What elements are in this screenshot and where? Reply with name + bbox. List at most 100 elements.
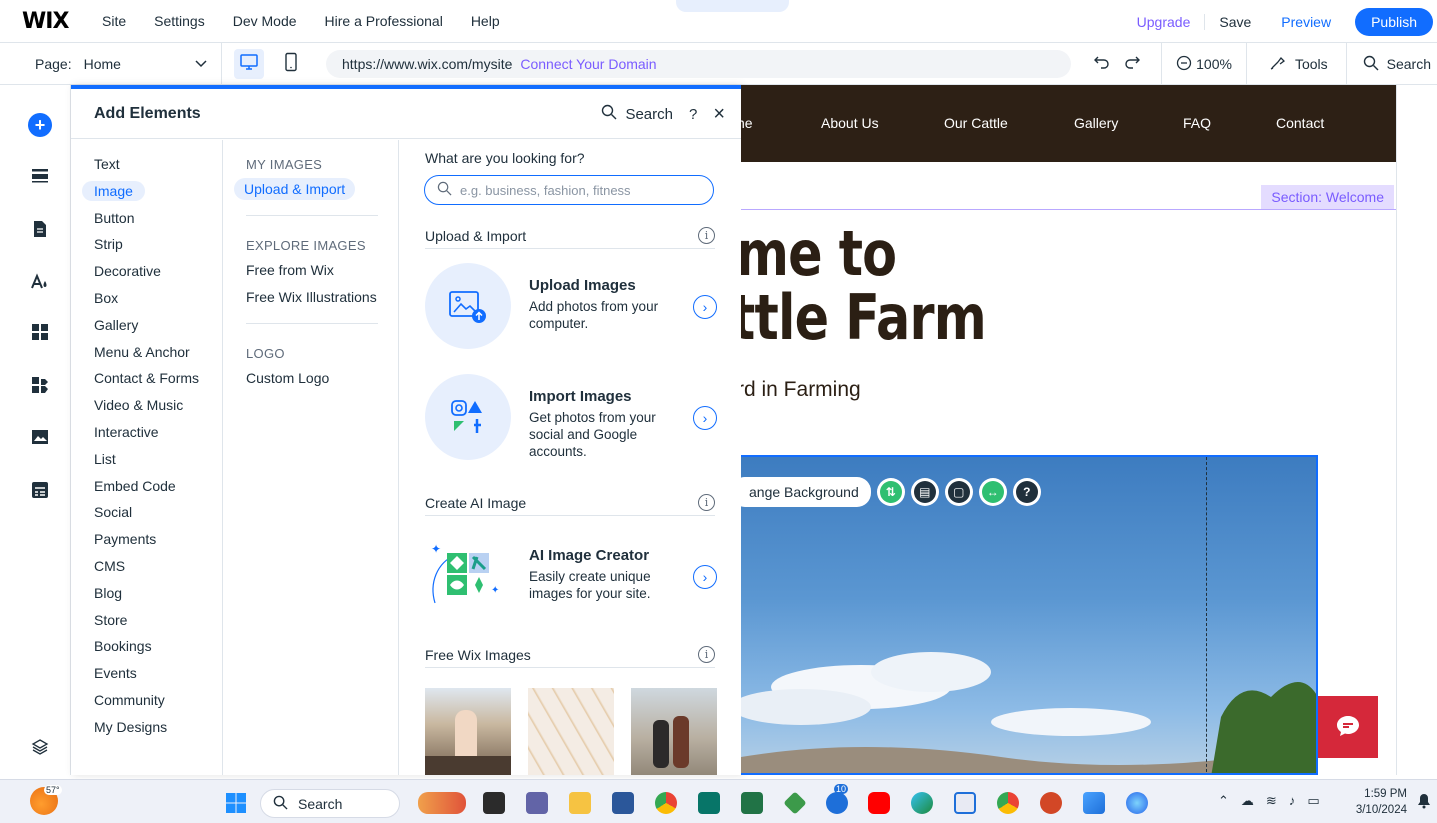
subcategory-free-from-wix[interactable]: Free from Wix: [223, 259, 398, 286]
import-images-card[interactable]: Import Images Get photos from your socia…: [425, 374, 720, 464]
business-apps-icon[interactable]: [29, 374, 51, 396]
chevron-right-icon[interactable]: ›: [693, 565, 717, 589]
globe-app-icon[interactable]: [1126, 792, 1148, 814]
site-nav-faq[interactable]: FAQ: [1183, 115, 1211, 131]
category-decorative[interactable]: Decorative: [71, 260, 222, 287]
media-icon[interactable]: [29, 426, 51, 448]
app-diamond-icon[interactable]: [783, 791, 807, 815]
category-cms[interactable]: CMS: [71, 555, 222, 582]
site-nav-bar[interactable]: ne About Us Our Cattle Gallery FAQ Conta…: [741, 85, 1396, 162]
tools-button[interactable]: Tools: [1247, 43, 1347, 85]
top-notch-tab[interactable]: [676, 0, 789, 12]
powerpoint-icon[interactable]: [1040, 792, 1062, 814]
section-badge[interactable]: Section: Welcome: [1261, 185, 1394, 209]
onedrive-icon[interactable]: ☁: [1241, 793, 1254, 809]
pages-icon[interactable]: [29, 218, 51, 240]
undo-icon[interactable]: [1093, 54, 1111, 75]
category-contact-forms[interactable]: Contact & Forms: [71, 367, 222, 394]
chrome-profile-icon[interactable]: [997, 792, 1019, 814]
category-embed-code[interactable]: Embed Code: [71, 475, 222, 502]
free-image-thumbnail[interactable]: [528, 688, 614, 775]
windows-start-icon[interactable]: [225, 792, 247, 814]
add-elements-icon[interactable]: +: [28, 113, 52, 137]
subcategory-upload-import[interactable]: Upload & Import: [223, 178, 398, 205]
publisher-icon[interactable]: [698, 792, 720, 814]
category-video-music[interactable]: Video & Music: [71, 394, 222, 421]
page-selector[interactable]: Page: Home: [0, 42, 222, 85]
weather-widget[interactable]: 57°: [30, 785, 62, 815]
desktop-view-button[interactable]: [234, 48, 264, 79]
menu-settings[interactable]: Settings: [154, 13, 205, 29]
subcategory-custom-logo[interactable]: Custom Logo: [223, 367, 398, 394]
editor-search-button[interactable]: Search: [1347, 43, 1437, 85]
cms-icon[interactable]: [29, 479, 51, 501]
close-icon[interactable]: ×: [713, 103, 725, 126]
change-background-button[interactable]: ange Background: [741, 477, 871, 507]
upgrade-link[interactable]: Upgrade: [1123, 13, 1206, 30]
info-icon[interactable]: i: [698, 494, 715, 511]
teams-icon[interactable]: [526, 792, 548, 814]
preview-button[interactable]: Preview: [1265, 14, 1345, 30]
design-icon[interactable]: [29, 271, 51, 293]
help-icon[interactable]: ?: [1012, 478, 1041, 506]
chevron-right-icon[interactable]: ›: [693, 406, 717, 430]
category-payments[interactable]: Payments: [71, 528, 222, 555]
category-strip[interactable]: Strip: [71, 233, 222, 260]
site-nav-contact[interactable]: Contact: [1276, 115, 1324, 131]
taskbar-search[interactable]: Search: [260, 789, 400, 818]
panel-search-button[interactable]: Search: [601, 104, 673, 124]
hero-heading-line-2[interactable]: ttle Farm: [741, 281, 987, 354]
site-nav-home[interactable]: ne: [741, 115, 753, 131]
free-image-thumbnail[interactable]: [425, 688, 511, 775]
ai-image-creator-card[interactable]: ✦ ✦ AI Image Creator Easily create unique…: [425, 533, 720, 623]
excel-icon[interactable]: [741, 792, 763, 814]
sections-icon[interactable]: [29, 165, 51, 187]
task-view-icon[interactable]: [483, 792, 505, 814]
category-list[interactable]: List: [71, 448, 222, 475]
free-image-thumbnail[interactable]: [631, 688, 717, 775]
category-social[interactable]: Social: [71, 501, 222, 528]
menu-dev-mode[interactable]: Dev Mode: [233, 13, 297, 29]
info-icon[interactable]: i: [698, 227, 715, 244]
connect-domain-link[interactable]: Connect Your Domain: [520, 56, 656, 72]
layers-icon[interactable]: [29, 736, 51, 758]
edge-icon[interactable]: [911, 792, 933, 814]
category-box[interactable]: Box: [71, 287, 222, 314]
apps-icon[interactable]: [29, 321, 51, 343]
photos-icon[interactable]: [1083, 792, 1105, 814]
category-button[interactable]: Button: [71, 207, 222, 234]
upload-images-card[interactable]: Upload Images Add photos from your compu…: [425, 263, 720, 353]
category-interactive[interactable]: Interactive: [71, 421, 222, 448]
category-my-designs[interactable]: My Designs: [71, 716, 222, 743]
redo-icon[interactable]: [1123, 54, 1141, 75]
arrange-icon[interactable]: ⇅: [876, 478, 905, 506]
image-search-input[interactable]: e.g. business, fashion, fitness: [424, 175, 714, 205]
site-canvas[interactable]: ne About Us Our Cattle Gallery FAQ Conta…: [741, 85, 1396, 775]
category-community[interactable]: Community: [71, 689, 222, 716]
menu-site[interactable]: Site: [102, 13, 126, 29]
save-button[interactable]: Save: [1205, 14, 1265, 30]
zoom-control[interactable]: 100%: [1162, 43, 1247, 85]
snipping-tool-icon[interactable]: [954, 792, 976, 814]
hero-heading-line-1[interactable]: me to: [741, 217, 897, 290]
app-badge-icon[interactable]: 10: [826, 784, 849, 814]
chevron-up-icon[interactable]: ⌃: [1218, 793, 1229, 809]
wifi-icon[interactable]: ≋: [1266, 793, 1277, 809]
category-bookings[interactable]: Bookings: [71, 635, 222, 662]
chevron-right-icon[interactable]: ›: [693, 295, 717, 319]
stretch-icon[interactable]: ↔: [978, 478, 1007, 506]
category-text[interactable]: Text: [71, 153, 222, 180]
category-events[interactable]: Events: [71, 662, 222, 689]
site-nav-cattle[interactable]: Our Cattle: [944, 115, 1008, 131]
site-nav-gallery[interactable]: Gallery: [1074, 115, 1118, 131]
wix-logo[interactable]: WIX: [22, 9, 88, 34]
site-nav-about[interactable]: About Us: [821, 115, 879, 131]
info-icon[interactable]: i: [698, 646, 715, 663]
layout-icon[interactable]: ▤: [910, 478, 939, 506]
subcategory-free-illustrations[interactable]: Free Wix Illustrations: [223, 286, 398, 313]
people-app-icon[interactable]: [418, 792, 466, 814]
hero-subtitle[interactable]: rd in Farming: [741, 378, 861, 402]
category-store[interactable]: Store: [71, 609, 222, 636]
file-explorer-icon[interactable]: [569, 792, 591, 814]
mobile-view-button[interactable]: [276, 49, 306, 79]
